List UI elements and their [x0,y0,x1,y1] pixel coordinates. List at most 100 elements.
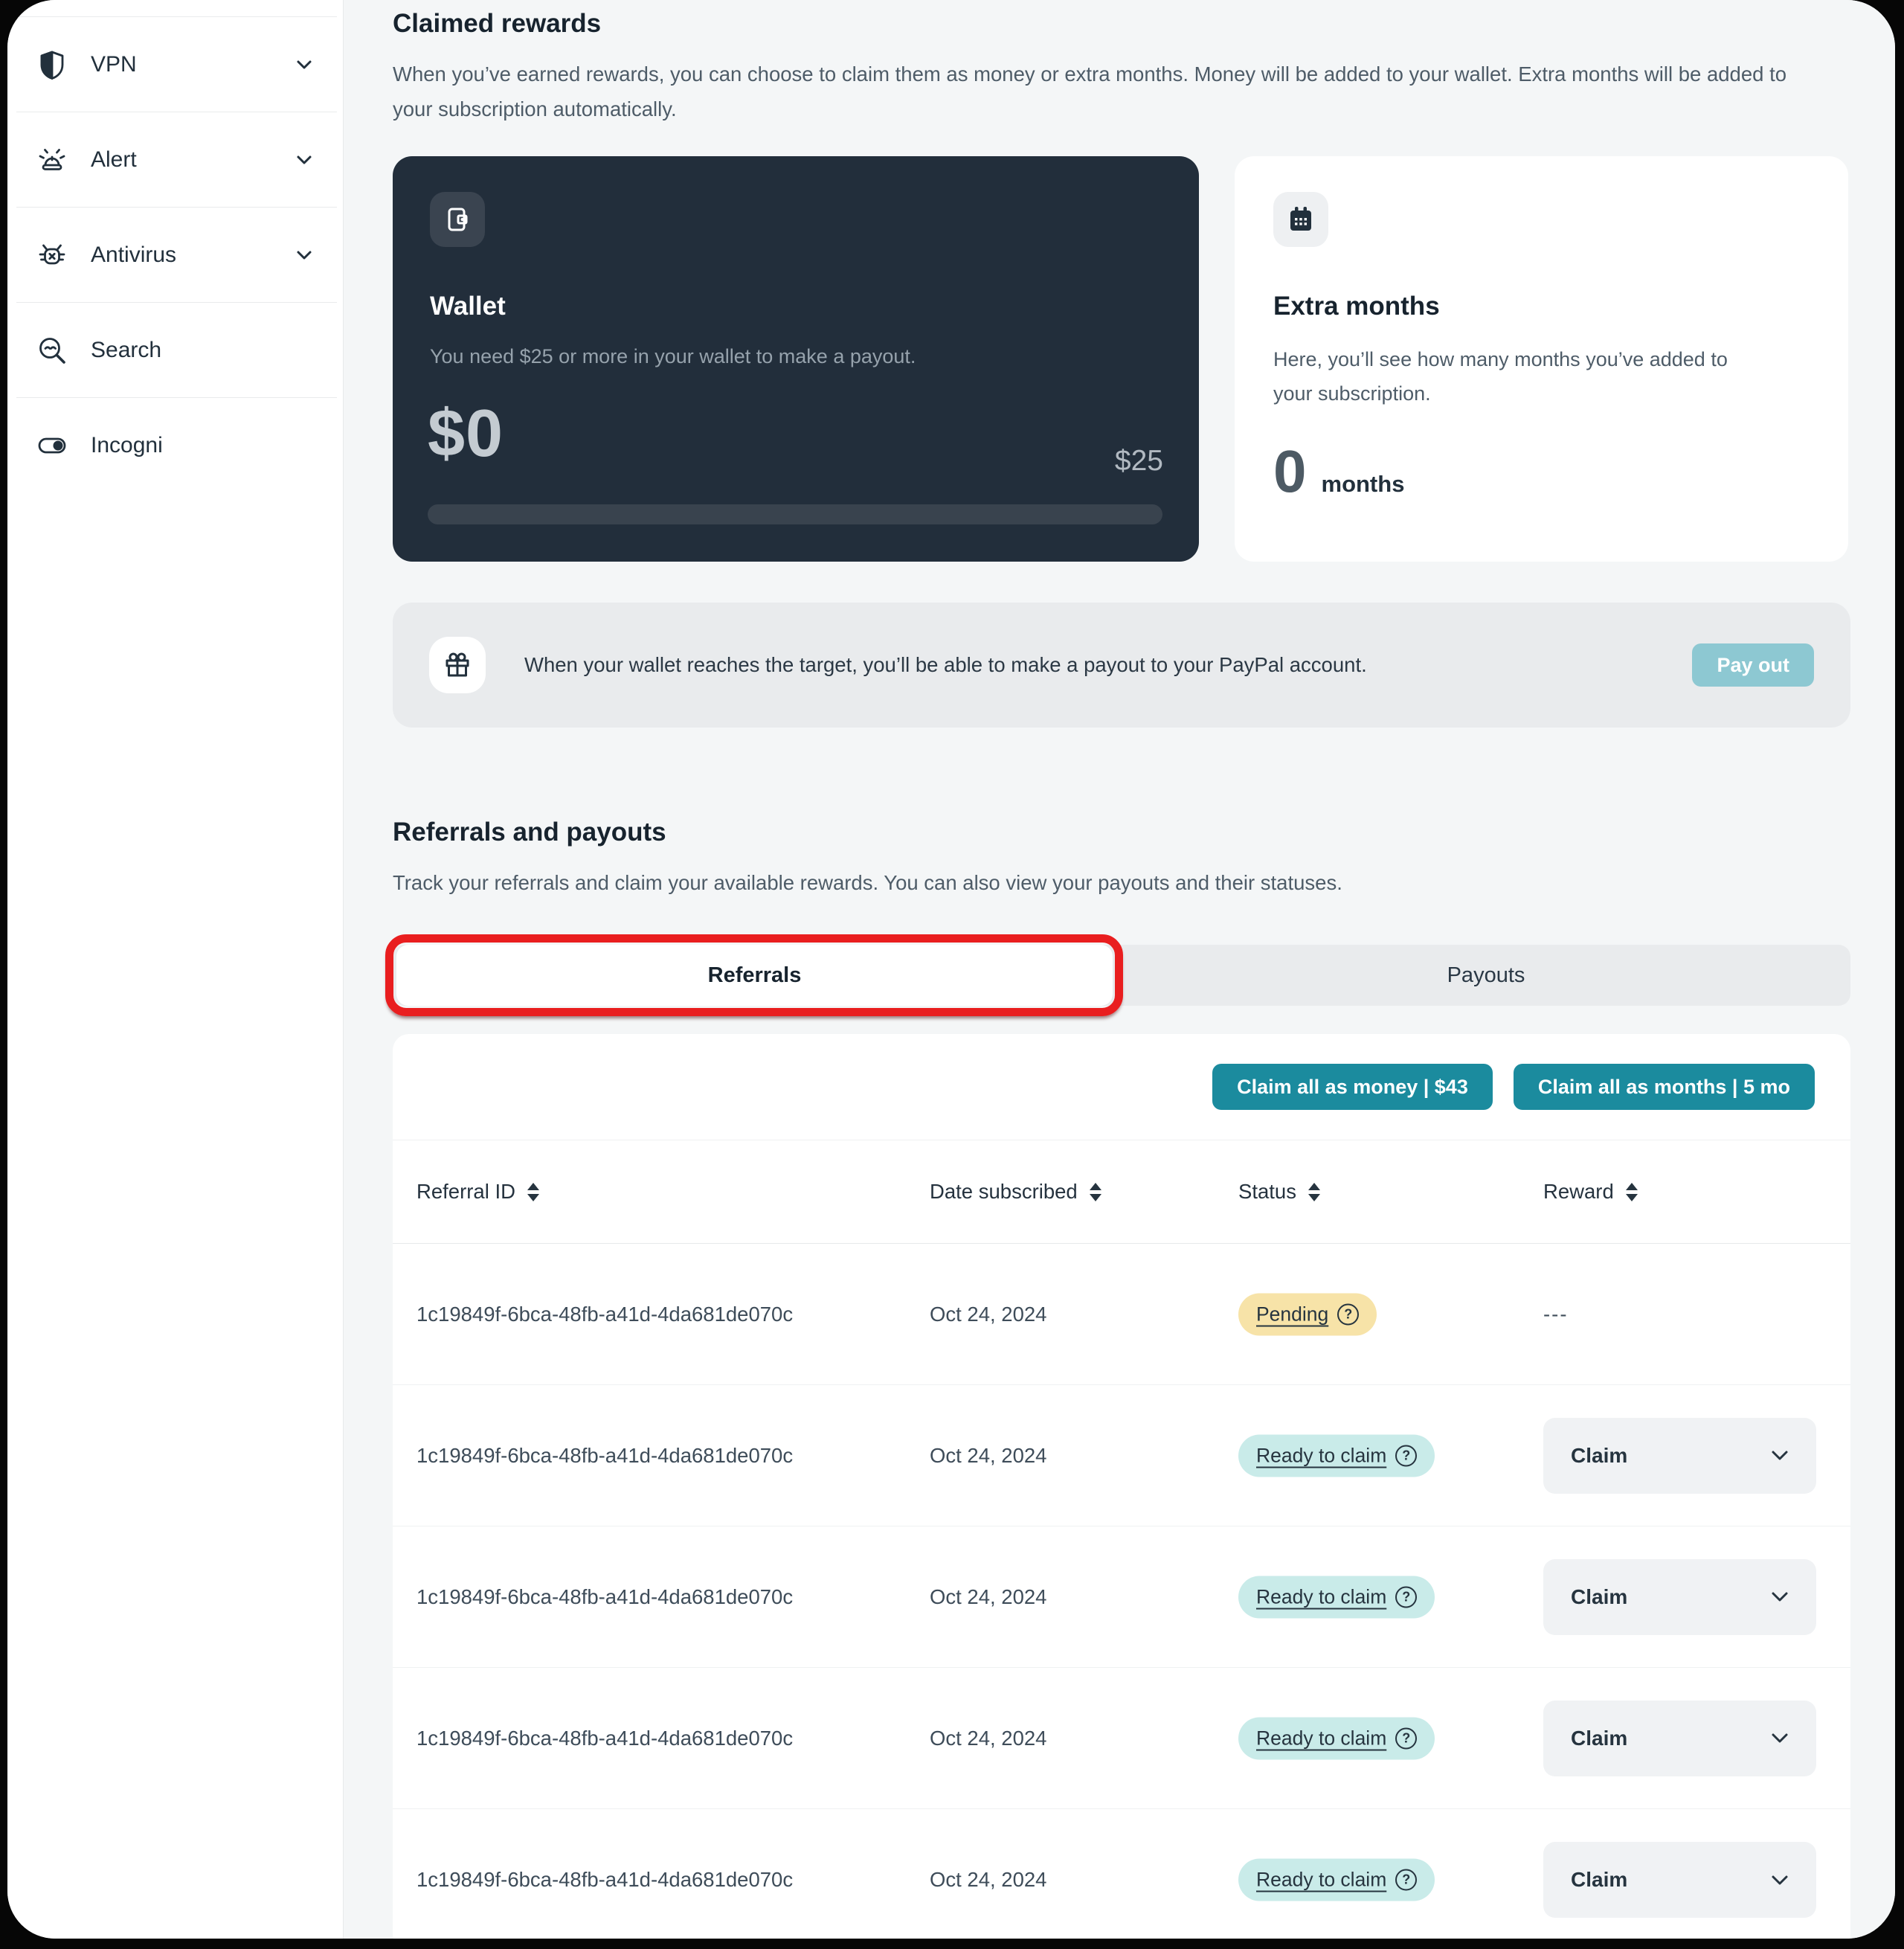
column-header-date-subscribed[interactable]: Date subscribed [930,1140,1101,1243]
table-body: 1c19849f-6bca-48fb-a41d-4da681de070c Oct… [393,1244,1850,1939]
claimed-rewards-description: When you’ve earned rewards, you can choo… [393,62,1787,121]
sidebar-item-label: Alert [91,147,137,172]
chevron-down-icon [1772,1592,1788,1602]
table-row: 1c19849f-6bca-48fb-a41d-4da681de070c Oct… [393,1526,1850,1668]
date-subscribed-cell: Oct 24, 2024 [930,1443,1047,1467]
question-circle-icon[interactable]: ? [1337,1303,1360,1325]
referrals-table-card: Claim all as money | $43 Claim all as mo… [393,1034,1850,1939]
claim-dropdown[interactable]: Claim [1543,1700,1816,1776]
referral-id-cell: 1c19849f-6bca-48fb-a41d-4da681de070c [416,1868,794,1891]
status-label: Ready to claim [1256,1585,1387,1608]
sidebar-item-search[interactable]: Search [16,302,337,397]
sidebar-item-label: Incogni [91,432,163,457]
extra-months-card: Extra months Here, you’ll see how many m… [1235,156,1848,562]
referral-id-cell: 1c19849f-6bca-48fb-a41d-4da681de070c [416,1302,794,1326]
question-circle-icon[interactable]: ? [1395,1445,1418,1466]
extra-months-value-row: 0 months [1273,437,1404,506]
calendar-icon [1290,207,1311,231]
referral-id-cell: 1c19849f-6bca-48fb-a41d-4da681de070c [416,1443,794,1467]
table-row: 1c19849f-6bca-48fb-a41d-4da681de070c Oct… [393,1244,1850,1385]
wallet-icon-box [430,192,485,247]
chevron-down-icon [297,60,312,68]
status-label: Ready to claim [1256,1868,1387,1891]
claim-label: Claim [1571,1584,1628,1608]
extra-months-description: Here, you’ll see how many months you’ve … [1273,348,1728,405]
claim-dropdown[interactable]: Claim [1543,1842,1816,1918]
payout-banner-message: When your wallet reaches the target, you… [524,653,1367,676]
tab-referrals[interactable]: Referrals [396,945,1113,1006]
sort-icon [527,1182,539,1201]
reward-text: --- [1543,1302,1569,1326]
claim-all-as-months-button[interactable]: Claim all as months | 5 mo [1513,1064,1815,1110]
referral-id-cell: 1c19849f-6bca-48fb-a41d-4da681de070c [416,1726,794,1750]
claim-all-as-money-button[interactable]: Claim all as money | $43 [1212,1064,1493,1110]
extra-months-value: 0 [1273,438,1307,504]
pay-out-button[interactable]: Pay out [1692,643,1814,687]
date-subscribed-cell: Oct 24, 2024 [930,1302,1047,1326]
wallet-target: $25 [1114,445,1163,477]
question-circle-icon[interactable]: ? [1395,1869,1418,1891]
wallet-progress-bar [428,504,1162,524]
tab-payouts[interactable]: Payouts [1122,945,1850,1006]
sort-icon [1308,1182,1320,1201]
claim-label: Claim [1571,1443,1628,1467]
column-header-referral-id[interactable]: Referral ID [416,1140,539,1243]
gift-icon [446,652,469,677]
claimed-rewards-title: Claimed rewards [393,9,602,38]
status-cell: Pending ? [1238,1293,1377,1335]
column-header-reward[interactable]: Reward [1543,1140,1638,1243]
status-badge[interactable]: Pending ? [1238,1293,1377,1335]
table-row: 1c19849f-6bca-48fb-a41d-4da681de070c Oct… [393,1385,1850,1526]
date-subscribed-cell: Oct 24, 2024 [930,1584,1047,1608]
status-cell: Ready to claim ? [1238,1858,1435,1901]
status-badge[interactable]: Ready to claim ? [1238,1717,1435,1759]
status-cell: Ready to claim ? [1238,1434,1435,1477]
chevron-down-icon [1772,1733,1788,1743]
chevron-down-icon [1772,1875,1788,1884]
status-label: Ready to claim [1256,1444,1387,1466]
status-badge[interactable]: Ready to claim ? [1238,1576,1435,1618]
sidebar: VPN Alert Antivirus Search Incogni [7,0,344,1939]
sidebar-item-alert[interactable]: Alert [16,112,337,207]
sidebar-item-incogni[interactable]: Incogni [16,397,337,492]
sidebar-item-vpn[interactable]: VPN [16,16,337,112]
toggle-icon [38,437,66,453]
chevron-down-icon [297,155,312,164]
shield-icon [40,51,64,80]
payout-banner: When your wallet reaches the target, you… [393,603,1850,728]
wallet-card: Wallet You need $25 or more in your wall… [393,156,1199,562]
claim-label: Claim [1571,1726,1628,1750]
claim-dropdown[interactable]: Claim [1543,1417,1816,1494]
date-subscribed-cell: Oct 24, 2024 [930,1868,1047,1891]
claim-dropdown[interactable]: Claim [1543,1558,1816,1635]
rewards-cards: Wallet You need $25 or more in your wall… [393,156,1850,562]
referrals-payouts-description: Track your referrals and claim your avai… [393,871,1342,894]
sidebar-item-antivirus[interactable]: Antivirus [16,207,337,302]
status-cell: Ready to claim ? [1238,1717,1435,1759]
sidebar-item-label: Antivirus [91,242,177,267]
sort-icon [1089,1182,1101,1201]
question-circle-icon[interactable]: ? [1395,1727,1418,1749]
main-content: Claimed rewards When you’ve earned rewar… [344,0,1895,1939]
status-label: Ready to claim [1256,1727,1387,1749]
table-header: Referral ID Date subscribed Status Rewar… [393,1140,1850,1244]
wallet-title: Wallet [430,292,506,321]
sort-icon [1625,1182,1638,1201]
bug-icon [39,244,65,264]
status-badge[interactable]: Ready to claim ? [1238,1858,1435,1901]
chevron-down-icon [297,251,312,259]
status-badge[interactable]: Ready to claim ? [1238,1434,1435,1477]
table-row: 1c19849f-6bca-48fb-a41d-4da681de070c Oct… [393,1809,1850,1939]
status-cell: Ready to claim ? [1238,1576,1435,1618]
column-header-status[interactable]: Status [1238,1140,1320,1243]
claim-label: Claim [1571,1868,1628,1891]
extra-months-title: Extra months [1273,292,1440,321]
table-row: 1c19849f-6bca-48fb-a41d-4da681de070c Oct… [393,1668,1850,1809]
referral-id-cell: 1c19849f-6bca-48fb-a41d-4da681de070c [416,1584,794,1608]
question-circle-icon[interactable]: ? [1395,1586,1418,1608]
sidebar-item-label: VPN [91,51,137,77]
sidebar-item-label: Search [91,337,162,362]
referrals-payouts-tabs: Referrals Payouts [385,934,1850,1016]
wallet-amount: $0 [428,396,504,471]
claim-all-actions: Claim all as money | $43 Claim all as mo… [1212,1064,1815,1110]
